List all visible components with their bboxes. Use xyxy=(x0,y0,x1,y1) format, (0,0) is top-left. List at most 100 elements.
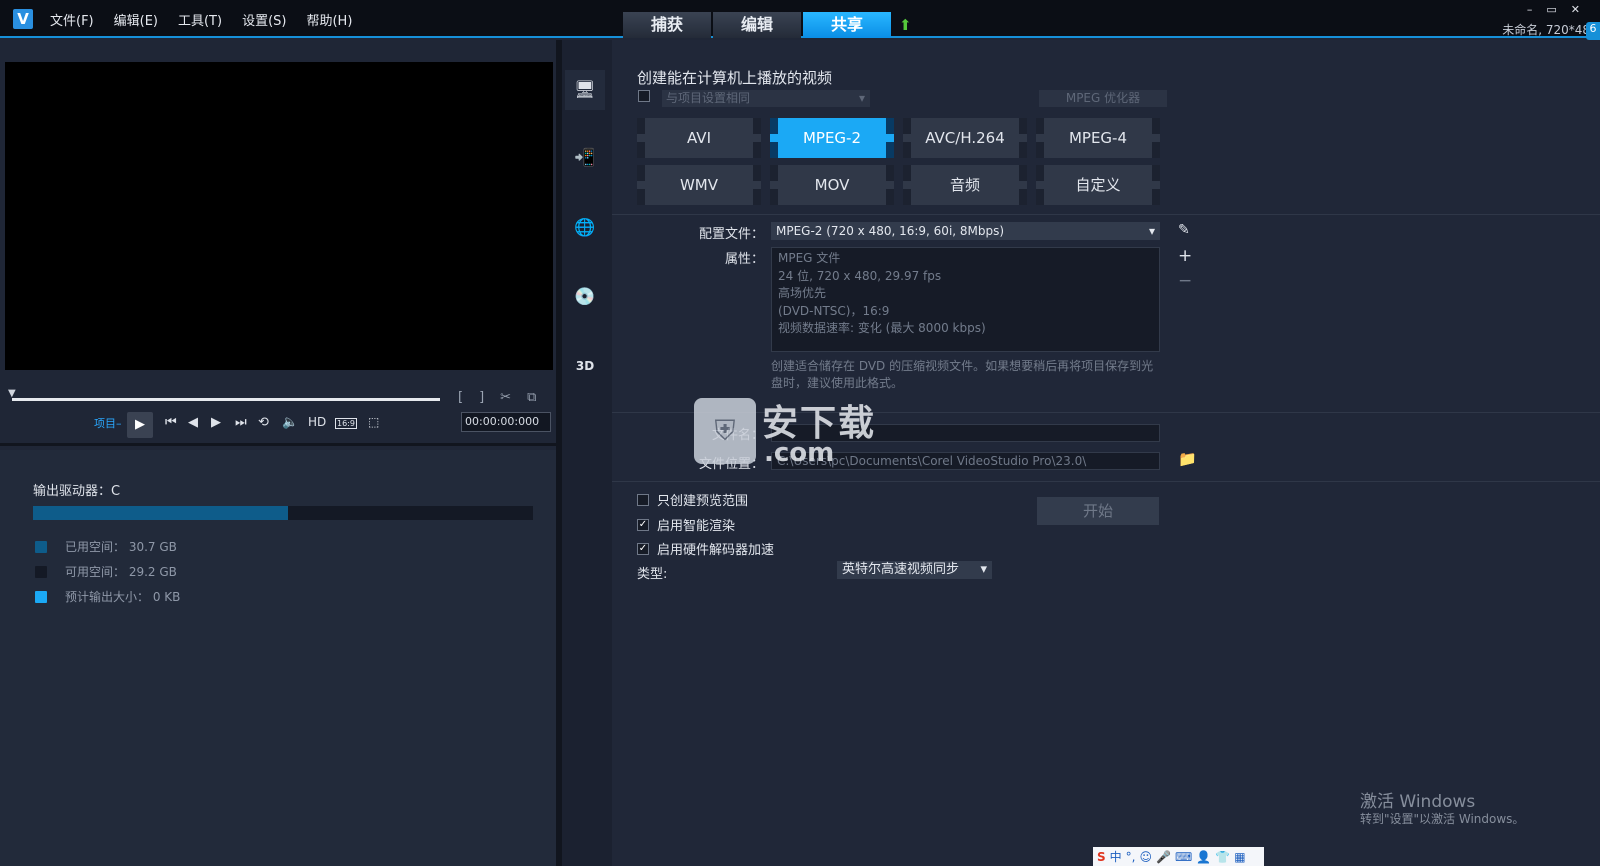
profile-dropdown[interactable]: MPEG-2 (720 x 480, 16:9, 60i, 8Mbps) ▾ xyxy=(771,222,1160,240)
menu-file[interactable]: 文件(F) xyxy=(50,10,94,29)
split-clip-icon[interactable]: ✂ xyxy=(500,390,511,405)
hw-decode-label: 启用硬件解码器加速 xyxy=(657,543,775,558)
globe-icon[interactable]: 🌐 xyxy=(565,208,605,248)
hd-toggle[interactable]: HD xyxy=(308,415,326,429)
scrubber-track[interactable] xyxy=(12,398,440,401)
menu-edit[interactable]: 编辑(E) xyxy=(114,10,158,29)
smart-render-label: 启用智能渲染 xyxy=(657,519,736,534)
tab-share[interactable]: 共享 xyxy=(803,12,891,38)
mark-out-icon[interactable]: ] xyxy=(479,390,484,405)
mark-in-icon[interactable]: [ xyxy=(458,390,463,405)
workspace-tabs: 捕获 编辑 共享 xyxy=(623,12,893,38)
title-bar: V 文件(F) 编辑(E) 工具(T) 设置(S) 帮助(H) 捕获 编辑 共享… xyxy=(0,0,1600,40)
format-mov[interactable]: MOV xyxy=(770,165,894,205)
tab-edit[interactable]: 编辑 xyxy=(713,12,801,38)
device-icon[interactable]: 📲 xyxy=(565,138,605,178)
smart-render-checkbox[interactable]: ✓ xyxy=(637,518,649,531)
copy-clip-icon[interactable]: ⧉ xyxy=(527,390,536,405)
drive-usage-fill xyxy=(33,506,288,520)
format-avc[interactable]: AVC/H.264 xyxy=(903,118,1027,158)
separator xyxy=(612,481,1600,482)
mpeg-optimizer-button[interactable]: MPEG 优化器 xyxy=(1039,90,1167,107)
hw-decode-checkbox[interactable]: ✓ xyxy=(637,542,649,555)
keyboard-icon[interactable]: ⌨ xyxy=(1175,850,1192,864)
option-smart-render[interactable]: ✓ 启用智能渲染 xyxy=(637,515,735,534)
used-label: 已用空间： xyxy=(65,540,126,554)
drive-usage-bar xyxy=(33,506,533,520)
home-icon[interactable]: ⏮ xyxy=(165,415,177,430)
aspect-ratio-toggle[interactable]: 16:9 xyxy=(335,418,357,429)
type-label: 类型: xyxy=(637,567,668,582)
chevron-down-icon: ▾ xyxy=(1148,224,1155,238)
ime-toolbar: S 中 °, ☺ 🎤 ⌨ 👤 👕 ▦ xyxy=(1093,847,1264,866)
drive-info: 输出驱动器：C 已用空间： 30.7 GB 可用空间： 29.2 GB 预计输出… xyxy=(0,450,556,866)
play-icon[interactable]: ▶ xyxy=(127,412,153,438)
start-button[interactable]: 开始 xyxy=(1037,497,1159,525)
chevron-down-icon: ▾ xyxy=(980,562,987,577)
panel-divider xyxy=(0,443,556,446)
3d-icon[interactable]: 3D xyxy=(565,346,605,386)
attr-line: (DVD-NTSC)，16:9 xyxy=(778,303,890,318)
minimize-button[interactable]: – xyxy=(1527,3,1533,16)
add-profile-icon[interactable]: + xyxy=(1178,246,1192,266)
monitor-icon[interactable]: 🖥 xyxy=(565,70,605,110)
format-mpeg2[interactable]: MPEG-2 xyxy=(770,118,894,158)
type-dropdown[interactable]: 英特尔高速视频同步 ▾ xyxy=(837,561,992,579)
estimate-label: 预计输出大小： xyxy=(65,590,150,604)
preview-screen[interactable] xyxy=(5,62,553,370)
punctuation-icon[interactable]: °, xyxy=(1126,850,1136,864)
folder-icon[interactable]: 📁 xyxy=(1178,450,1197,468)
preview-range-checkbox[interactable] xyxy=(637,493,649,506)
format-avi[interactable]: AVI xyxy=(637,118,761,158)
menu-tools[interactable]: 工具(T) xyxy=(178,10,222,29)
grid-icon[interactable]: ▦ xyxy=(1234,850,1245,864)
skin-icon[interactable]: 👕 xyxy=(1215,850,1230,864)
repeat-icon[interactable]: ⟲ xyxy=(258,415,269,430)
attr-line: 高场优先 xyxy=(778,286,827,300)
next-frame-icon[interactable]: ▶ xyxy=(211,415,221,430)
legend-used: 已用空间： 30.7 GB xyxy=(35,538,177,555)
volume-icon[interactable]: 🔈 xyxy=(282,415,298,430)
format-wmv[interactable]: WMV xyxy=(637,165,761,205)
same-as-project-dropdown[interactable]: 与项目设置相同 ▾ xyxy=(662,90,870,107)
remove-profile-icon[interactable]: − xyxy=(1178,271,1192,291)
window-controls: – ▭ ✕ xyxy=(1527,3,1580,16)
type-value: 英特尔高速视频同步 xyxy=(842,562,960,577)
used-value: 30.7 GB xyxy=(128,539,177,554)
project-mode-label[interactable]: 项目– xyxy=(94,415,122,431)
legend-estimate: 预计输出大小： 0 KB xyxy=(35,588,180,605)
previous-frame-icon[interactable]: ◀ xyxy=(188,415,198,430)
menu-settings[interactable]: 设置(S) xyxy=(242,10,286,29)
ime-logo[interactable]: S xyxy=(1097,850,1106,864)
disc-icon[interactable]: 💿 xyxy=(565,277,605,317)
end-icon[interactable]: ⏭ xyxy=(235,415,247,430)
upload-arrow-icon[interactable]: ⬆ xyxy=(899,16,912,34)
close-button[interactable]: ✕ xyxy=(1571,3,1580,16)
legend-free: 可用空间： 29.2 GB xyxy=(35,563,177,580)
user-icon[interactable]: 👤 xyxy=(1196,850,1211,864)
ime-mode[interactable]: 中 xyxy=(1110,848,1122,865)
attr-line: 视频数据速率: 变化 (最大 8000 kbps) xyxy=(778,321,986,335)
free-label: 可用空间： xyxy=(65,565,126,579)
separator xyxy=(612,214,1600,215)
restore-button[interactable]: ▭ xyxy=(1546,3,1556,16)
emoji-icon[interactable]: ☺ xyxy=(1140,850,1153,864)
crop-icon[interactable]: ⬚ xyxy=(368,415,379,429)
menu-help[interactable]: 帮助(H) xyxy=(306,10,352,29)
microphone-icon[interactable]: 🎤 xyxy=(1156,850,1171,864)
format-custom[interactable]: 自定义 xyxy=(1036,165,1160,205)
edit-profile-icon[interactable]: ✎ xyxy=(1178,222,1190,238)
tab-capture[interactable]: 捕获 xyxy=(623,12,711,38)
estimate-value: 0 KB xyxy=(152,589,181,604)
format-audio[interactable]: 音频 xyxy=(903,165,1027,205)
estimate-swatch xyxy=(35,590,47,603)
corner-badge[interactable]: 6 xyxy=(1586,22,1600,40)
attributes-label: 属性： xyxy=(724,252,764,267)
option-preview-range[interactable]: 只创建预览范围 xyxy=(637,490,748,509)
timecode-field[interactable]: 00:00:00:000 xyxy=(461,412,551,432)
option-hw-decode[interactable]: ✓ 启用硬件解码器加速 xyxy=(637,539,774,558)
same-as-project-checkbox[interactable] xyxy=(638,90,650,102)
site-watermark-domain: .com xyxy=(764,438,835,468)
used-swatch xyxy=(35,540,47,553)
format-mpeg4[interactable]: MPEG-4 xyxy=(1036,118,1160,158)
